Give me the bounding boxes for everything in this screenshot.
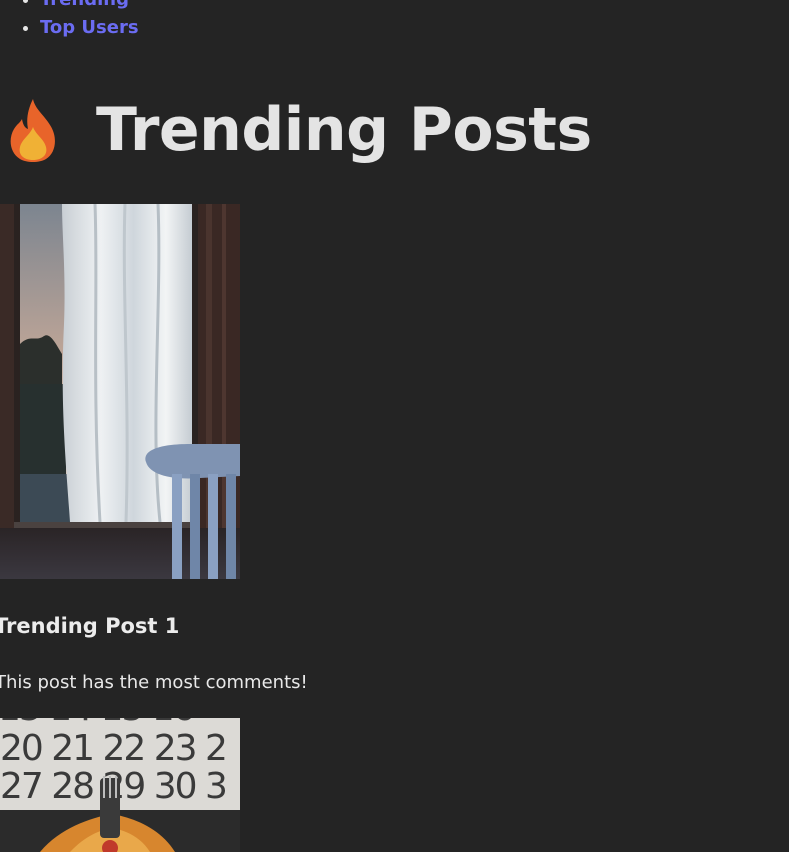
post-image[interactable] <box>0 204 240 579</box>
post-title[interactable]: Trending Post 1 <box>0 614 179 638</box>
page-title: Trending Posts <box>96 95 592 165</box>
calendar-row: 20 21 22 23 2 <box>0 728 226 769</box>
nav-link-trending[interactable]: Trending <box>40 0 129 10</box>
post-description: This post has the most comments! <box>0 672 308 693</box>
nav-link-top-users[interactable]: Top Users <box>40 17 139 38</box>
page-heading: Trending Posts <box>8 92 592 168</box>
nav-item-trending: Trending <box>40 0 139 14</box>
nav-item-top-users: Top Users <box>40 14 139 42</box>
fire-icon <box>10 99 55 162</box>
page: Trending Top Users Trending Posts <box>0 0 789 852</box>
nav-list: Trending Top Users <box>0 0 139 42</box>
post-image[interactable]: 13 14 15 16 20 21 22 23 2 27 28 29 30 3 <box>0 718 240 852</box>
